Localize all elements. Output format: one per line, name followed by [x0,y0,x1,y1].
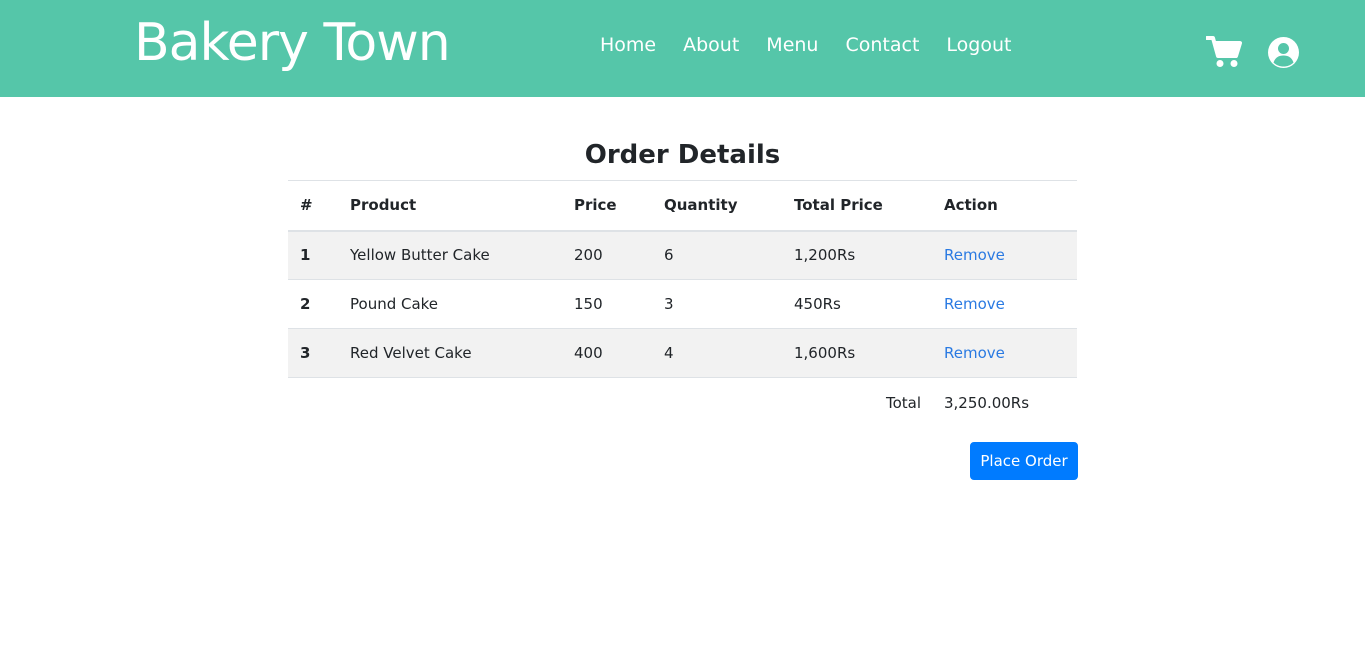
row-number: 3 [288,328,338,378]
nav-menu: Home About Menu Contact Logout [600,30,1038,60]
product-total-price: 1,200Rs [782,230,932,280]
user-icon[interactable] [1268,37,1299,68]
product-total-price: 450Rs [782,279,932,329]
column-header-number: # [288,180,338,232]
remove-link[interactable]: Remove [944,344,1005,362]
product-total-price: 1,600Rs [782,328,932,378]
navbar: Bakery Town Home About Menu Contact Logo… [0,0,1365,97]
product-price: 200 [562,230,652,280]
nav-logout-link[interactable]: Logout [946,30,1011,60]
column-header-total-price: Total Price [782,180,932,232]
product-name: Red Velvet Cake [338,328,562,378]
column-header-quantity: Quantity [652,180,782,232]
nav-home-link[interactable]: Home [600,30,656,60]
product-name: Pound Cake [338,279,562,329]
row-number: 1 [288,230,338,280]
action-cell: Remove [932,328,1077,378]
nav-about-link[interactable]: About [683,30,739,60]
nav-menu-link[interactable]: Menu [766,30,818,60]
column-header-action: Action [932,180,1077,232]
product-quantity: 3 [652,279,782,329]
nav-contact-link[interactable]: Contact [845,30,919,60]
product-price: 150 [562,279,652,329]
table-row: 2 Pound Cake 150 3 450Rs Remove [288,279,1077,329]
brand-logo[interactable]: Bakery Town [134,10,451,76]
product-quantity: 6 [652,230,782,280]
product-quantity: 4 [652,328,782,378]
action-cell: Remove [932,279,1077,329]
table-header-row: # Product Price Quantity Total Price Act… [288,180,1077,232]
cart-icon[interactable] [1206,36,1242,68]
page-title: Order Details [584,140,781,170]
order-table: # Product Price Quantity Total Price Act… [288,180,1077,378]
table-row: 3 Red Velvet Cake 400 4 1,600Rs Remove [288,328,1077,378]
order-total-label: Total [886,394,922,412]
column-header-price: Price [562,180,652,232]
product-name: Yellow Butter Cake [338,230,562,280]
column-header-product: Product [338,180,562,232]
product-price: 400 [562,328,652,378]
order-total-value: 3,250.00Rs [944,394,1030,412]
place-order-button[interactable]: Place Order [970,442,1078,480]
action-cell: Remove [932,230,1077,280]
remove-link[interactable]: Remove [944,295,1005,313]
table-row: 1 Yellow Butter Cake 200 6 1,200Rs Remov… [288,230,1077,280]
remove-link[interactable]: Remove [944,246,1005,264]
row-number: 2 [288,279,338,329]
